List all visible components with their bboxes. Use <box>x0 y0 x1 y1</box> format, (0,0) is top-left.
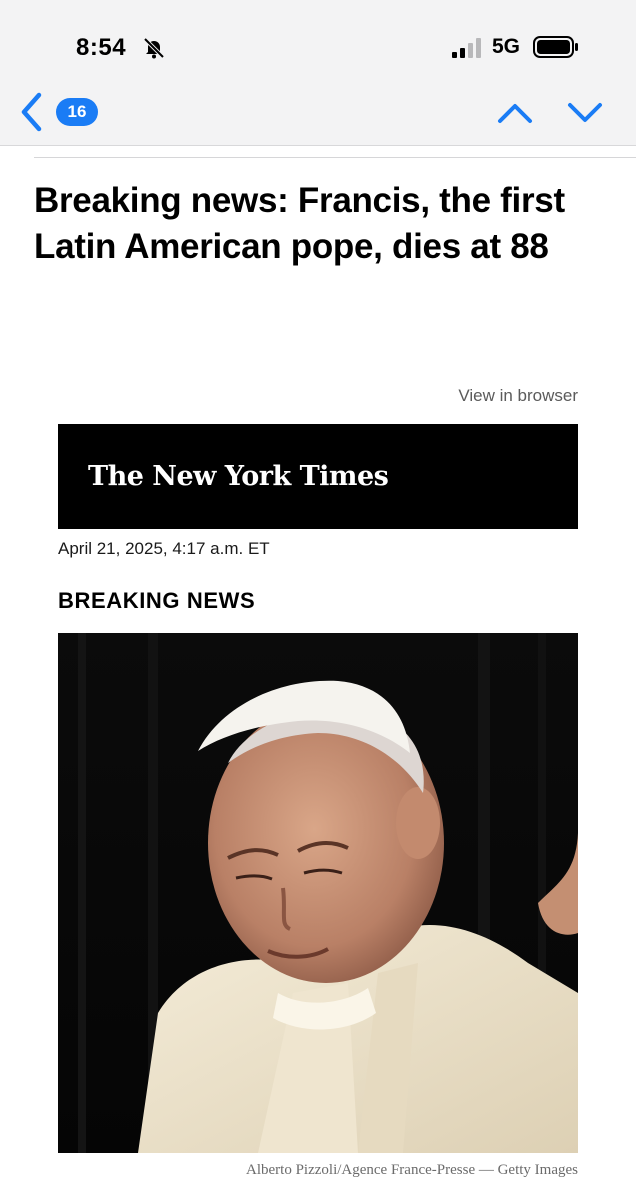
chevron-down-icon <box>568 103 602 122</box>
dateline: April 21, 2025, 4:17 a.m. ET <box>58 539 270 558</box>
article-photo[interactable] <box>58 633 578 1153</box>
next-message-button[interactable] <box>566 96 604 130</box>
previous-message-button[interactable] <box>496 96 534 130</box>
battery-icon <box>533 36 578 58</box>
message-count: 16 <box>67 102 87 121</box>
bell-slash-icon <box>143 37 165 59</box>
chevron-left-icon <box>21 92 42 132</box>
masthead-banner: The New York Times <box>58 424 578 529</box>
email-subject: Breaking news: Francis, the first Latin … <box>34 181 565 266</box>
header-divider <box>34 157 636 158</box>
message-count-badge[interactable]: 16 <box>56 98 98 126</box>
photo-credit: Alberto Pizzoli/Agence France-Presse — G… <box>246 1162 578 1178</box>
pope-photo-illustration <box>58 633 578 1153</box>
breaking-news-label: BREAKING NEWS <box>58 588 256 613</box>
nyt-logo: The New York Times <box>88 461 389 492</box>
chevron-up-icon <box>498 104 532 123</box>
network-type: 5G <box>492 35 521 58</box>
top-bar: 8:54 5G 16 <box>0 0 636 146</box>
view-in-browser-link[interactable]: View in browser <box>458 386 578 406</box>
cellular-signal-icon <box>452 38 481 58</box>
back-button[interactable] <box>16 90 46 134</box>
status-time: 8:54 <box>76 34 127 61</box>
